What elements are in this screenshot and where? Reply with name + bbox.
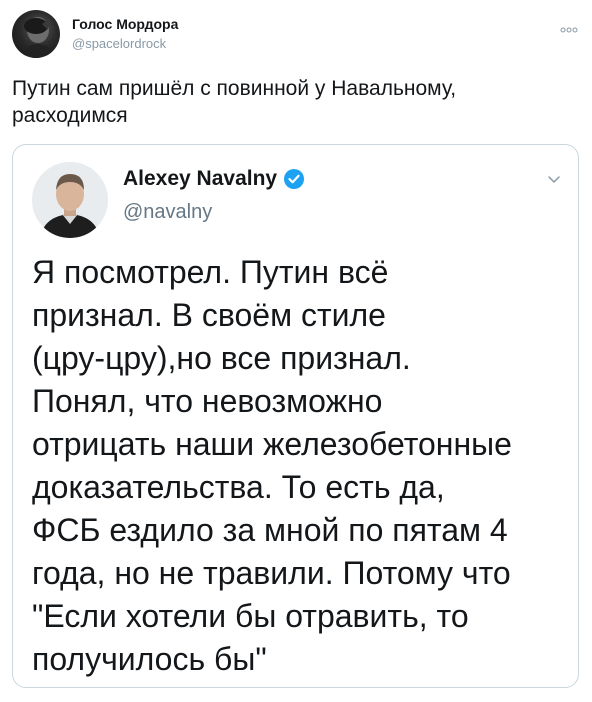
quoted-author-handle[interactable]: @navalny [123, 201, 212, 224]
more-icon[interactable] [560, 22, 578, 36]
quoted-author-name[interactable]: Alexey Navalny [123, 167, 277, 191]
quoted-avatar-image [32, 162, 108, 238]
quoted-author-name-row: Alexey Navalny [123, 167, 305, 191]
quoted-author-avatar[interactable] [32, 162, 108, 238]
author-handle[interactable]: @spacelordrock [72, 36, 166, 51]
author-name[interactable]: Голос Мордора [72, 16, 178, 32]
author-avatar[interactable] [12, 10, 60, 58]
verified-badge-icon [283, 168, 305, 190]
quoted-tweet-text: Я посмотрел. Путин всё признал. В своём … [32, 254, 512, 677]
chevron-down-icon[interactable] [546, 171, 562, 187]
tweet-text: Путин сам пришёл с повинной у Навальному… [12, 77, 457, 127]
quoted-tweet-card[interactable]: Alexey Navalny @navalny Я посмотрел. Пут… [12, 144, 579, 688]
tweet-header: Голос Мордора @spacelordrock [12, 10, 582, 60]
avatar-image [22, 17, 54, 58]
